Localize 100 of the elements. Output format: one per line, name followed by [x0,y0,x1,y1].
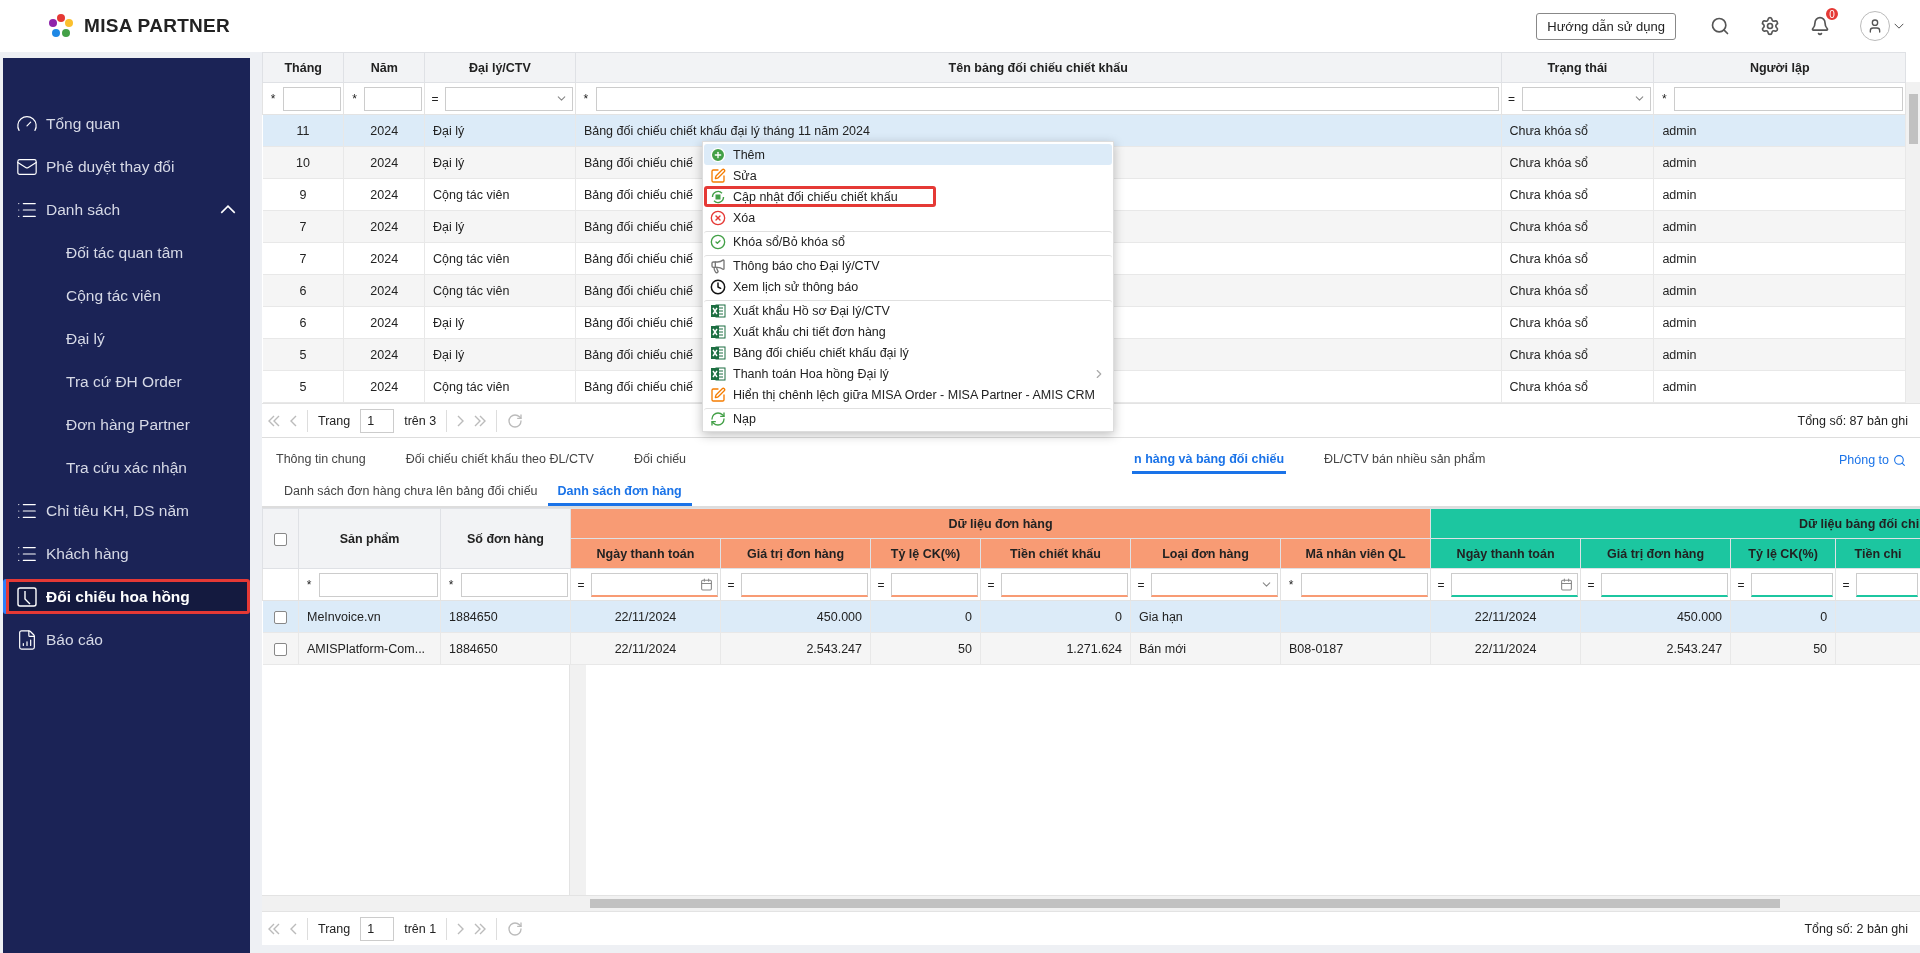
sidebar-item[interactable]: Tra cứu xác nhận [3,450,250,485]
column-header[interactable]: Tên bảng đối chiếu chiết khấu [575,52,1501,83]
sidebar-item[interactable]: Đối tác quan tâm [3,235,250,270]
filter-field[interactable] [1151,572,1278,597]
checkbox[interactable] [274,532,287,546]
filter-field[interactable] [1301,572,1429,597]
first-page-icon[interactable] [268,414,280,427]
filter-operator[interactable]: = [873,577,889,592]
filter-field[interactable] [591,572,718,597]
sidebar-item[interactable]: Đối chiếu hoa hồng [3,579,250,614]
menu-item[interactable]: Khóa sổ/Bỏ khóa sổ [704,231,1112,252]
filter-operator[interactable]: = [573,577,589,592]
filter-operator[interactable]: = [1433,577,1450,592]
column-header[interactable]: Sản phẩm [298,508,441,569]
first-page-icon[interactable] [268,922,280,935]
caret-icon[interactable] [1894,23,1904,29]
sidebar-item[interactable]: Đơn hàng Partner [3,407,250,442]
scrollbar[interactable] [1906,82,1920,403]
column-header[interactable]: Ngày thanh toán [570,538,721,569]
filter-operator[interactable]: * [346,91,363,106]
filter-operator[interactable]: = [983,577,999,592]
menu-item[interactable]: Thông báo cho Đại lý/CTV [704,255,1112,276]
column-header[interactable]: Tiền chiết khấu [980,538,1131,569]
column-header[interactable]: Loại đơn hàng [1130,538,1281,569]
next-page-icon[interactable] [457,922,465,935]
sidebar-item[interactable]: Tra cứ ĐH Order [3,364,250,399]
horizontal-scrollbar[interactable] [262,895,1920,911]
column-header[interactable]: Năm [344,52,425,83]
column-header[interactable]: Giá trị đơn hàng [720,538,871,569]
menu-item[interactable]: Bảng đối chiếu chiết khấu đại lý [704,342,1112,363]
column-header[interactable]: Mã nhân viên QL [1280,538,1431,569]
page-field[interactable]: 1 [360,916,395,941]
column-header[interactable]: Tiền chi [1835,538,1920,569]
filter-field[interactable] [1601,572,1729,597]
next-page-icon[interactable] [457,414,465,427]
sidebar-item[interactable]: Chỉ tiêu KH, DS năm [3,493,250,528]
sidebar-item[interactable]: Danh sách [3,192,250,227]
column-header[interactable]: Ngày thanh toán [1430,538,1581,569]
guide-button[interactable]: Hướng dẫn sử dụng [1536,12,1676,40]
sidebar-item[interactable]: Tổng quan [3,106,250,141]
scrollbar[interactable] [570,665,586,895]
menu-item[interactable]: Hiển thị chênh lệch giữa MISA Order - MISA Partner - AMIS CRM [704,384,1112,405]
last-page-icon[interactable] [474,922,487,935]
tab[interactable]: Thông tin chung [274,448,368,474]
tab[interactable]: n hàng và bảng đối chiếu [1132,448,1287,474]
filter-field[interactable] [1451,572,1579,597]
column-header[interactable]: Tháng [262,52,344,83]
column-header[interactable]: Số đơn hàng [440,508,571,569]
filter-operator[interactable]: * [577,91,594,106]
previous-page-icon[interactable] [290,922,297,935]
sidebar-item[interactable]: Phê duyệt thay đổi [3,149,250,184]
filter-field[interactable] [891,572,978,597]
menu-item[interactable]: Xem lịch sử thông báo [704,276,1112,297]
menu-item[interactable]: Xuất khẩu Hồ sơ Đại lý/CTV [704,300,1112,321]
sidebar-item[interactable]: Cộng tác viên [3,278,250,313]
page-field[interactable]: 1 [360,408,395,433]
table-row[interactable]: 11 2024 Đại lý Bảng đối chiếu chiết khấu đại lý tháng 11 năm 2024 Chưa khóa sổ admin [262,114,1906,147]
filter-operator[interactable]: = [426,91,443,106]
column-header[interactable]: Tỷ lệ CK(%) [1730,538,1836,569]
filter-operator[interactable]: = [1733,577,1750,592]
last-page-icon[interactable] [474,414,487,427]
table-row[interactable]: AMISPlatform-Com... 1884650 22/11/2024 2.543.247 50 1.271.624 Bán mới B08-0187 22/11/2024 2.543.247 50 [262,632,1920,665]
column-header[interactable]: Người lập [1653,52,1906,83]
filter-field[interactable] [1856,572,1919,597]
sidebar-item[interactable]: Khách hàng [3,536,250,571]
filter-field[interactable] [1001,572,1128,597]
zoom-link[interactable]: Phóng to [1838,453,1906,467]
menu-item[interactable]: Nạp [704,408,1112,429]
filter-operator[interactable]: * [301,577,317,592]
checkbox[interactable] [273,610,287,624]
filter-operator[interactable]: * [1656,91,1673,106]
filter-operator[interactable]: = [1503,91,1520,106]
sidebar-item[interactable]: Báo cáo [3,622,250,657]
filter-operator[interactable]: * [443,577,459,592]
filter-operator[interactable]: * [1283,577,1299,592]
tab[interactable]: Danh sách đơn hàng chưa lên bảng đối chiếu [274,480,548,506]
filter-field[interactable] [319,572,438,597]
filter-field[interactable] [283,86,342,111]
filter-field[interactable] [595,86,1499,111]
filter-operator[interactable]: = [1133,577,1149,592]
filter-field[interactable] [1521,86,1652,111]
column-header[interactable]: Giá trị đơn hàng [1580,538,1731,569]
column-header[interactable]: Đại lý/CTV [424,52,576,83]
menu-item[interactable]: Cập nhật đối chiếu chiết khấu [704,186,936,207]
checkbox[interactable] [273,642,287,656]
tab[interactable]: Đối chiếu [631,448,689,474]
table-row[interactable]: MeInvoice.vn 1884650 22/11/2024 450.000 0 0 Gia hạn 22/11/2024 450.000 0 [262,600,1920,633]
filter-operator[interactable]: = [1838,577,1855,592]
filter-field[interactable] [364,86,422,111]
filter-operator[interactable]: = [723,577,739,592]
tab[interactable]: ĐL/CTV bán nhiều sản phẩm [1322,448,1488,474]
filter-field[interactable] [1751,572,1834,597]
filter-field[interactable] [1674,86,1903,111]
tab[interactable]: Đối chiếu chiết khấu theo ĐL/CTV [403,448,596,474]
filter-operator[interactable]: * [265,91,281,106]
previous-page-icon[interactable] [290,414,297,427]
collapse-icon[interactable] [220,205,236,214]
column-header[interactable]: Tỷ lệ CK(%) [870,538,981,569]
filter-field[interactable] [741,572,868,597]
column-header[interactable]: Trạng thái [1501,52,1654,83]
